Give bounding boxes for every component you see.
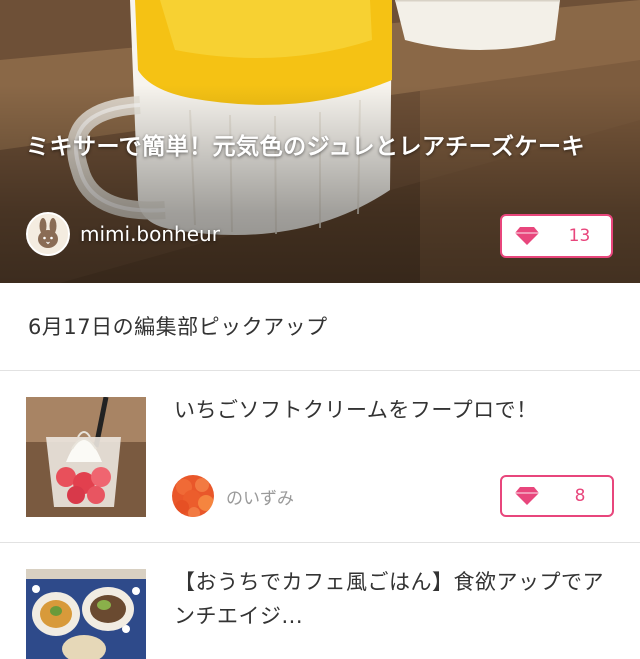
- section-header: 6月17日の編集部ピックアップ: [0, 283, 640, 371]
- rabbit-avatar-icon[interactable]: [26, 212, 70, 256]
- like-button[interactable]: 8: [500, 475, 614, 517]
- hero-author[interactable]: mimi.bonheur: [26, 212, 220, 256]
- recipe-thumbnail[interactable]: [26, 397, 146, 517]
- hero-like-count: 13: [568, 226, 591, 246]
- like-count: 8: [574, 486, 586, 506]
- recipe-title[interactable]: 【おうちでカフェ風ごはん】食欲アップでアンチエイジ...: [174, 565, 614, 633]
- list-item[interactable]: 【おうちでカフェ風ごはん】食欲アップでアンチエイジ...: [0, 543, 640, 659]
- recipe-author[interactable]: のいずみ: [172, 475, 294, 517]
- tomato-avatar-icon[interactable]: [172, 475, 214, 517]
- recipe-title[interactable]: いちごソフトクリームをフープロで！: [174, 393, 614, 427]
- hero-recipe-title[interactable]: ミキサーで簡単！元気色のジュレとレアチーズケーキ: [26, 130, 616, 164]
- hero-like-button[interactable]: 13: [500, 214, 613, 258]
- hero-card[interactable]: ミキサーで簡単！元気色のジュレとレアチーズケーキ mimi.bonheur 13: [0, 0, 640, 283]
- gem-icon: [515, 227, 539, 245]
- section-title: 6月17日の編集部ピックアップ: [28, 315, 328, 339]
- list-item[interactable]: いちごソフトクリームをフープロで！ のいずみ 8: [0, 371, 640, 543]
- hero-author-name[interactable]: mimi.bonheur: [80, 222, 220, 246]
- recipe-thumbnail[interactable]: [26, 569, 146, 659]
- gem-icon: [515, 487, 539, 505]
- recipe-author-name[interactable]: のいずみ: [226, 484, 294, 509]
